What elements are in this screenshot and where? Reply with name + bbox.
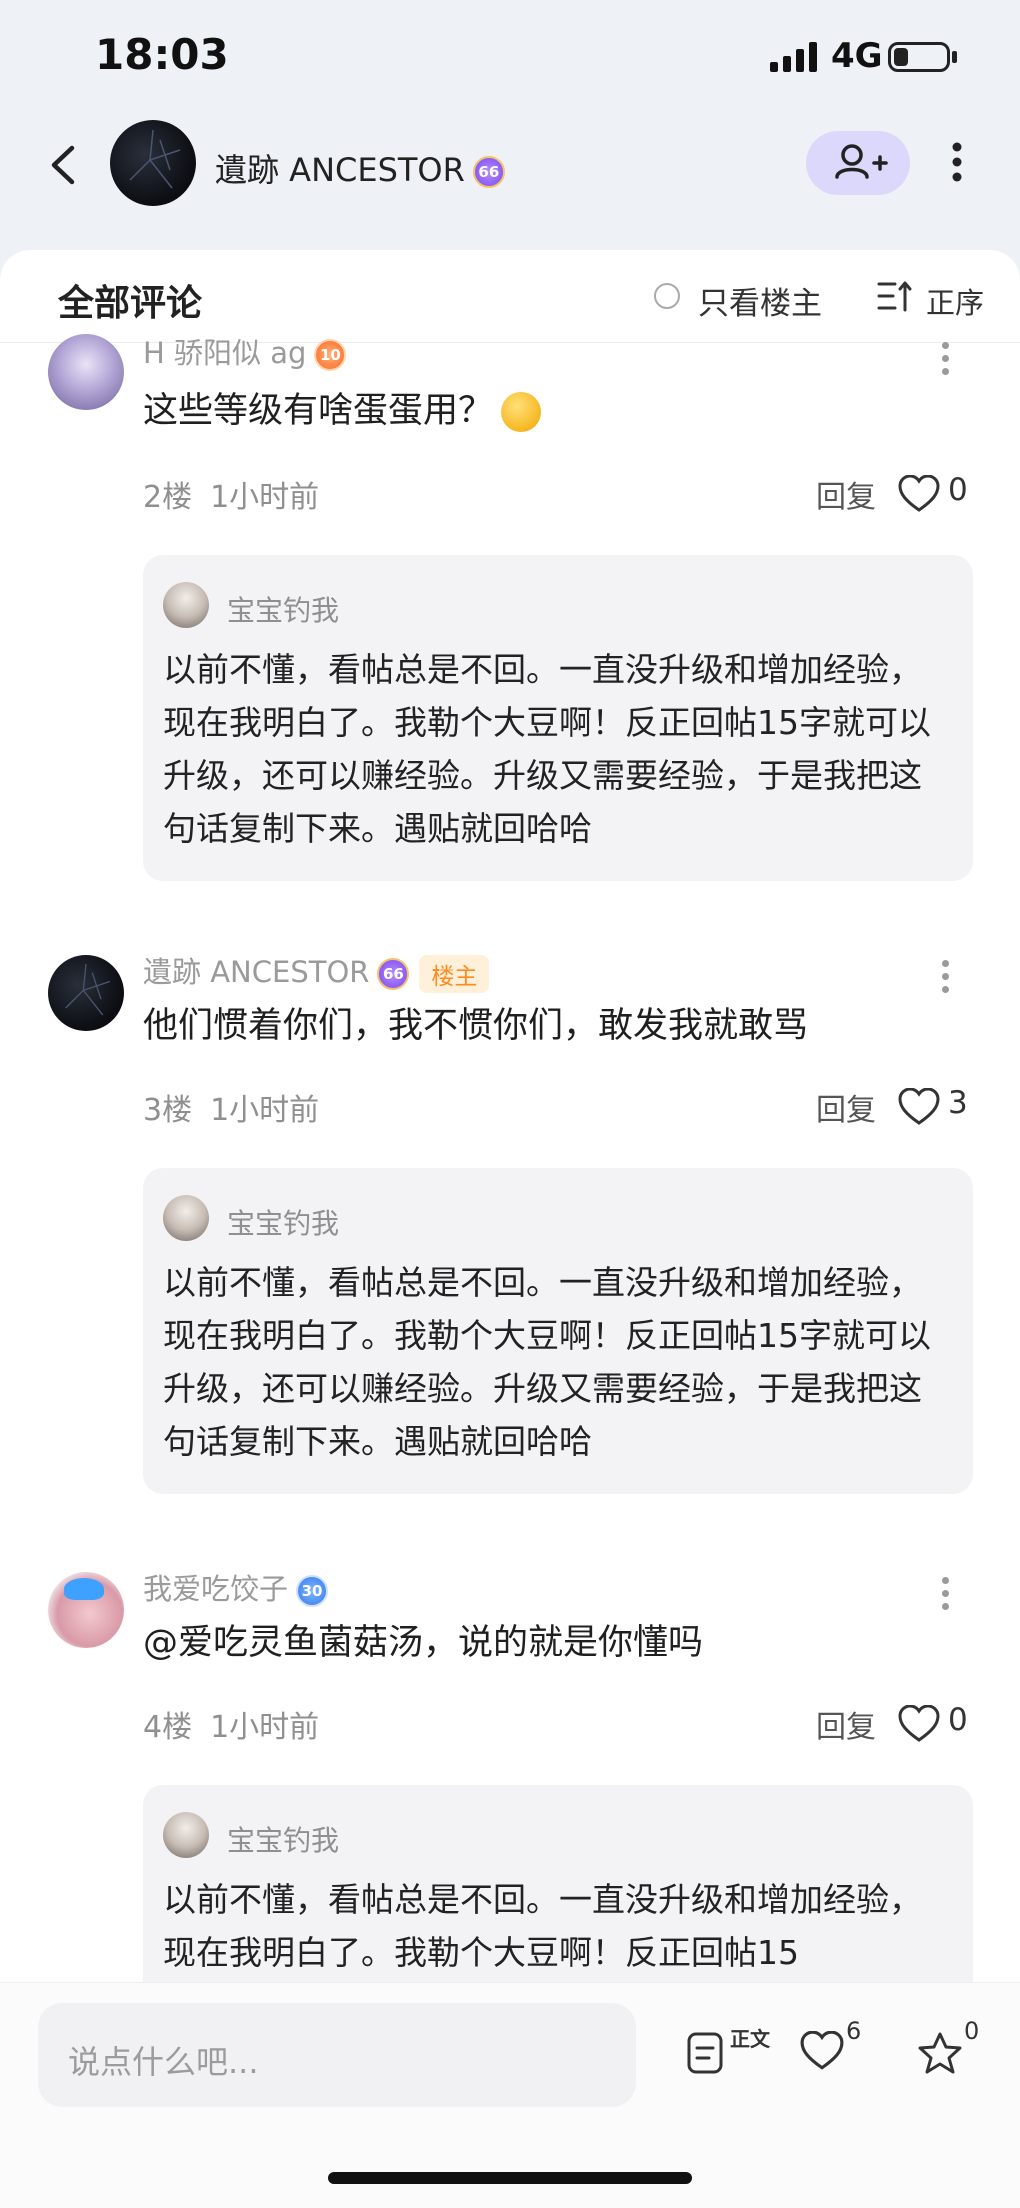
comment-item: 我爱吃饺子 30 @爱吃灵鱼菌菇汤，说的就是你懂吗 4楼 1小时前 回复 0 宝宝钓…	[0, 1572, 1020, 2111]
reply-button[interactable]: 回复	[816, 1702, 876, 1746]
time-label: 1小时前	[210, 480, 320, 515]
quoted-text: 以前不懂，看帖总是不回。一直没升级和增加经验，现在我明白了。我勒个大豆啊！反正回…	[163, 650, 931, 848]
like-count: 3	[948, 1085, 968, 1121]
host-tag: 楼主	[419, 955, 490, 993]
sort-order-icon[interactable]	[877, 280, 913, 314]
like-count: 6	[846, 2017, 862, 2045]
emoji-icon	[501, 392, 542, 432]
floor-label: 4楼	[143, 1710, 193, 1745]
quoted-avatar	[163, 1195, 209, 1241]
author-avatar[interactable]	[110, 120, 196, 206]
comment-meta: 2楼 1小时前	[143, 472, 319, 516]
signal-icon	[770, 42, 817, 72]
heart-icon[interactable]	[898, 475, 940, 513]
heart-icon[interactable]	[898, 1088, 940, 1126]
comment-meta: 4楼 1小时前	[143, 1702, 319, 1746]
more-icon[interactable]	[938, 1577, 952, 1616]
floor-label: 2楼	[143, 480, 193, 515]
home-indicator	[328, 2172, 692, 2184]
comment-input[interactable]: 说点什么吧...	[38, 2003, 636, 2107]
comments-panel: 全部评论 只看楼主 正序 H 骄阳似 ag 10 这些等级有啥蛋蛋用？ 2楼 1小时…	[0, 250, 1020, 2207]
level-badge: 66	[472, 156, 505, 188]
quoted-name: 宝宝钓我	[227, 1207, 340, 1240]
comment-text: 这些等级有啥蛋蛋用？	[143, 382, 542, 433]
author-title[interactable]: 遺跡 ANCESTOR 66	[215, 145, 505, 191]
heart-icon[interactable]	[898, 1705, 940, 1743]
comment-meta: 3楼 1小时前	[143, 1085, 319, 1129]
quoted-text: 以前不懂，看帖总是不回。一直没升级和增加经验，现在我明白了。我勒个大豆啊！反正回…	[163, 1263, 931, 1461]
comment-item: H 骄阳似 ag 10 这些等级有啥蛋蛋用？ 2楼 1小时前 回复 0 宝宝钓我 以…	[0, 334, 1020, 882]
network-label: 4G	[831, 36, 883, 76]
commenter-avatar[interactable]	[48, 955, 124, 1031]
quoted-name: 宝宝钓我	[227, 1824, 340, 1857]
text-label: 正文	[730, 2027, 770, 2051]
battery-icon	[888, 42, 950, 72]
post-header: 遺跡 ANCESTOR 66	[0, 115, 1020, 255]
comment-text: 他们惯着你们，我不惯你们，敢发我就敢骂	[143, 1006, 809, 1046]
avatar-pattern	[65, 963, 111, 1016]
battery-tip	[952, 51, 957, 63]
status-bar: 18:03 4G	[0, 0, 1020, 115]
commenter-name[interactable]: 遺跡 ANCESTOR 66 楼主	[143, 949, 490, 993]
reply-button[interactable]: 回复	[816, 1085, 876, 1129]
favorite-count: 0	[964, 2017, 980, 2045]
only-host-label[interactable]: 只看楼主	[698, 278, 822, 323]
follow-user-icon	[835, 144, 888, 179]
quoted-avatar	[163, 582, 209, 628]
level-badge: 30	[296, 1575, 329, 1607]
article-icon[interactable]	[686, 2031, 726, 2075]
quoted-name: 宝宝钓我	[227, 594, 340, 627]
only-host-radio[interactable]	[654, 283, 680, 309]
quoted-text: 以前不懂，看帖总是不回。一直没升级和增加经验，现在我明白了。我勒个大豆啊！反正回…	[163, 1880, 922, 1972]
quoted-post[interactable]: 宝宝钓我 以前不懂，看帖总是不回。一直没升级和增加经验，现在我明白了。我勒个大豆…	[143, 555, 973, 881]
level-badge: 66	[377, 958, 410, 990]
comment-text: @爱吃灵鱼菌菇汤，说的就是你懂吗	[143, 1623, 704, 1663]
all-comments-label: 全部评论	[58, 283, 203, 324]
like-count: 0	[948, 472, 968, 508]
quoted-avatar	[163, 1812, 209, 1858]
floor-label: 3楼	[143, 1093, 193, 1128]
input-placeholder: 说点什么吧...	[68, 2043, 259, 2081]
more-icon[interactable]	[938, 342, 952, 381]
commenter-name[interactable]: H 骄阳似 ag 10	[143, 330, 347, 372]
status-time: 18:03	[95, 30, 229, 79]
star-icon[interactable]	[917, 2031, 963, 2075]
commenter-avatar[interactable]	[48, 334, 124, 410]
heart-icon[interactable]	[800, 2031, 844, 2071]
comment-item: 遺跡 ANCESTOR 66 楼主 他们惯着你们，我不惯你们，敢发我就敢骂 3楼 1小…	[0, 955, 1020, 1495]
avatar-pattern	[129, 129, 181, 189]
more-vertical-icon[interactable]	[942, 137, 972, 187]
time-label: 1小时前	[210, 1093, 320, 1128]
back-arrow-icon[interactable]	[40, 140, 90, 190]
quoted-post[interactable]: 宝宝钓我 以前不懂，看帖总是不回。一直没升级和增加经验，现在我明白了。我勒个大豆…	[143, 1168, 973, 1494]
reply-button[interactable]: 回复	[816, 472, 876, 516]
commenter-name[interactable]: 我爱吃饺子 30	[143, 1566, 329, 1608]
like-count: 0	[948, 1702, 968, 1738]
follow-button[interactable]	[806, 131, 910, 195]
commenter-avatar[interactable]	[48, 1572, 124, 1648]
time-label: 1小时前	[210, 1710, 320, 1745]
level-badge: 10	[314, 339, 347, 371]
author-name: 遺跡 ANCESTOR	[215, 151, 465, 189]
sort-order-label[interactable]: 正序	[926, 280, 984, 322]
more-icon[interactable]	[938, 960, 952, 999]
